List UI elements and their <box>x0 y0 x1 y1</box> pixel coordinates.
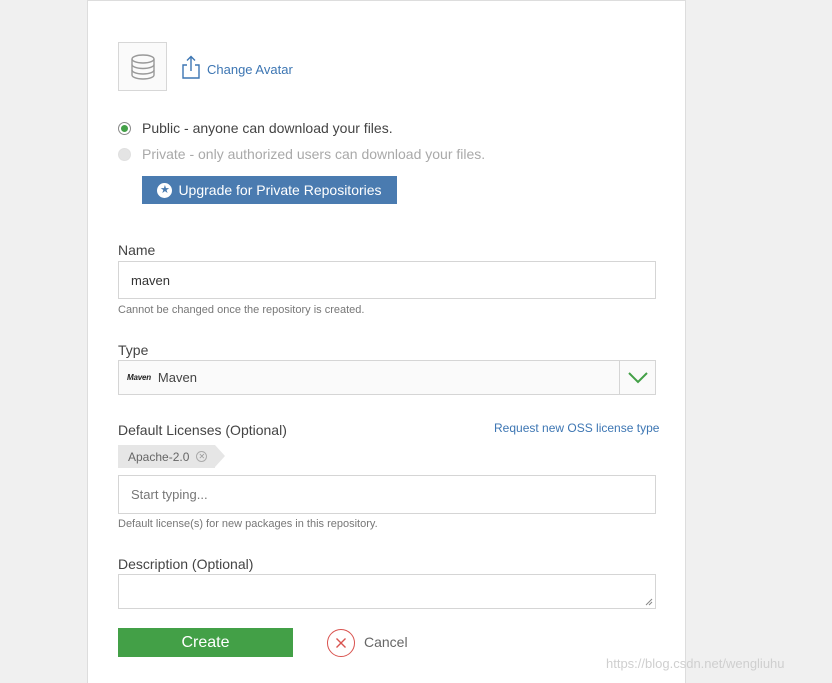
public-radio[interactable] <box>118 121 131 135</box>
public-radio-label: Public - anyone can download your files. <box>142 120 393 136</box>
upload-icon[interactable] <box>181 55 201 79</box>
description-textarea[interactable] <box>118 574 656 609</box>
resize-handle-icon[interactable] <box>645 598 653 606</box>
upgrade-label: Upgrade for Private Repositories <box>178 182 382 198</box>
type-select[interactable]: Maven Maven <box>118 360 656 395</box>
cancel-icon[interactable] <box>327 629 355 657</box>
chevron-down-icon[interactable] <box>619 361 655 394</box>
licenses-label: Default Licenses (Optional) <box>118 422 287 438</box>
cancel-button[interactable]: Cancel <box>364 634 408 650</box>
create-label: Create <box>181 633 230 651</box>
type-label: Type <box>118 342 149 358</box>
licenses-hint: Default license(s) for new packages in t… <box>118 518 378 530</box>
upgrade-private-button[interactable]: ★ Upgrade for Private Repositories <box>142 176 397 204</box>
maven-logo: Maven <box>127 373 151 382</box>
star-icon: ★ <box>157 182 173 198</box>
database-icon <box>130 53 155 80</box>
private-radio-row: Private - only authorized users can down… <box>118 146 485 162</box>
private-radio-label: Private - only authorized users can down… <box>142 146 486 162</box>
license-tag-label: Apache-2.0 <box>128 449 190 464</box>
repository-avatar <box>118 42 167 91</box>
name-value: maven <box>131 272 171 288</box>
request-license-link[interactable]: Request new OSS license type <box>494 421 659 435</box>
license-input-placeholder: Start typing... <box>131 487 208 502</box>
public-radio-row[interactable]: Public - anyone can download your files. <box>118 120 393 136</box>
watermark: https://blog.csdn.net/wengliuhu <box>606 656 785 671</box>
name-hint: Cannot be changed once the repository is… <box>118 304 365 316</box>
license-tag: Apache-2.0 ✕ <box>118 445 226 468</box>
create-button[interactable]: Create <box>118 628 293 657</box>
name-input[interactable]: maven <box>118 261 656 299</box>
type-value: Maven <box>157 370 197 385</box>
private-radio <box>118 147 131 161</box>
remove-tag-icon[interactable]: ✕ <box>196 451 208 462</box>
change-avatar-link[interactable]: Change Avatar <box>207 62 293 77</box>
license-input[interactable]: Start typing... <box>118 475 656 514</box>
description-label: Description (Optional) <box>118 556 254 572</box>
name-label: Name <box>118 242 156 258</box>
